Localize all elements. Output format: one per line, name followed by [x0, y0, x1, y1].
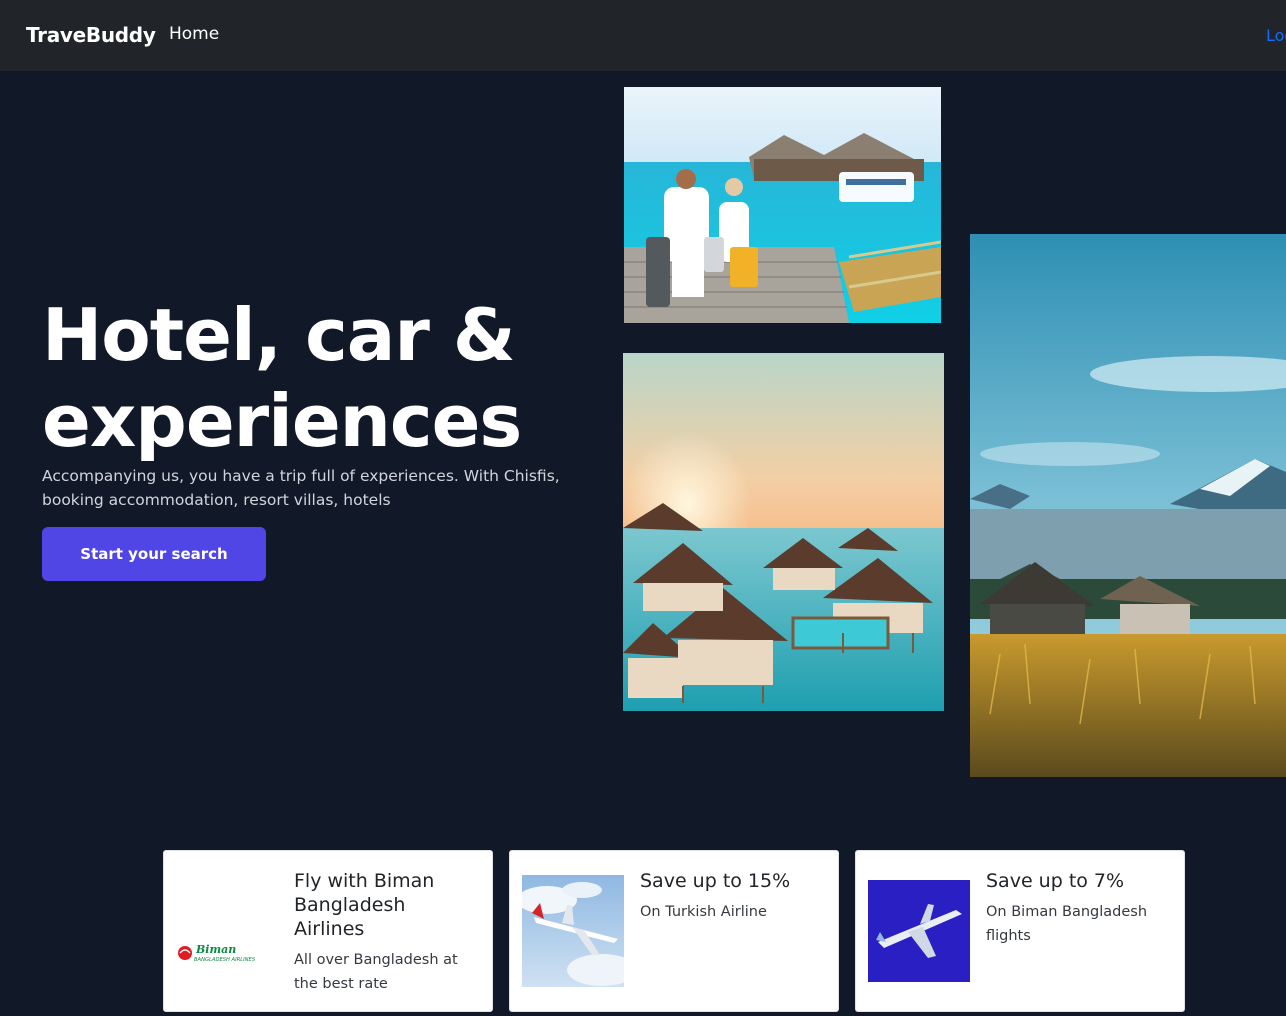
- card-text: All over Bangladesh at the best rate: [294, 952, 458, 992]
- card-text: On Biman Bangladesh flights: [986, 904, 1148, 944]
- plane-illustration: [868, 880, 970, 982]
- card-title: Save up to 15%: [640, 870, 791, 892]
- card-title: Save up to 7%: [986, 870, 1125, 892]
- hero-subtitle: Accompanying us, you have a trip full of…: [42, 467, 560, 509]
- promo-card-biman-flights[interactable]: Save up to 7% On Biman Bangladesh flight…: [855, 850, 1185, 1012]
- start-search-button[interactable]: Start your search: [42, 527, 266, 581]
- promo-card-turkish[interactable]: Save up to 15% On Turkish Airline: [509, 850, 839, 1012]
- nav-home-link[interactable]: Home: [169, 24, 219, 44]
- card-title: Fly with Biman Bangladesh Airlines: [294, 870, 435, 940]
- brand-logo[interactable]: TraveBuddy: [26, 23, 156, 47]
- hero-photo-water-villas: [623, 353, 944, 711]
- hero-photo-couple-pier: [624, 87, 941, 323]
- biman-logo-subtitle: BANGLADESH AIRLINES: [194, 957, 256, 963]
- hero-photo-mountain-cabins: [970, 234, 1286, 777]
- nav-login-link[interactable]: Log: [1266, 26, 1286, 45]
- biman-logo: Biman BANGLADESH AIRLINES: [176, 873, 276, 991]
- promo-card-biman[interactable]: Biman BANGLADESH AIRLINES Fly with Biman…: [163, 850, 493, 1012]
- card-text: On Turkish Airline: [640, 904, 767, 920]
- turkish-plane-image: [522, 875, 624, 987]
- hero-title: Hotel, car & experiences: [42, 293, 522, 463]
- biman-logo-word: Biman: [195, 943, 236, 956]
- navbar: TraveBuddy Home Log: [0, 0, 1286, 71]
